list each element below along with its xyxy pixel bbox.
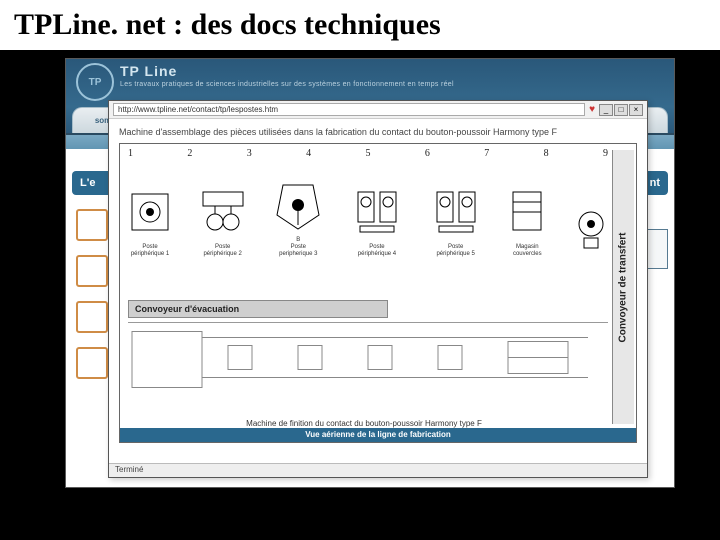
station-num: 6 (425, 148, 430, 159)
station-num: 3 (247, 148, 252, 159)
doc-caption: Machine d'assemblage des pièces utilisée… (119, 127, 637, 137)
machine-item: Poste périphérique 5 (431, 188, 481, 258)
popup-body: Machine d'assemblage des pièces utilisée… (109, 119, 647, 451)
banner-right: nt (650, 177, 660, 189)
machine-icon (128, 188, 172, 242)
header-text: TP Line Les travaux pratiques de science… (120, 63, 664, 88)
machine-label: Poste périphérique 2 (203, 244, 241, 258)
diagram-footer: Vue aérienne de la ligne de fabrication (120, 428, 636, 442)
address-bar-row: http://www.tpline.net/contact/tp/lespost… (109, 101, 647, 119)
machine-item: B Poste peripherique 3 (273, 175, 323, 258)
list-item[interactable] (76, 301, 108, 333)
station-num: 8 (544, 148, 549, 159)
transfer-conveyor: Convoyeur de transfert (612, 150, 634, 424)
machine-icon (201, 188, 245, 242)
machine-icon (352, 188, 402, 242)
technical-diagram: 1 2 3 4 5 6 7 8 9 Poste périphérique 1 P… (119, 143, 637, 443)
station-num: 4 (306, 148, 311, 159)
machine-label: Magasin couvercles (513, 244, 542, 258)
station-num: 9 (603, 148, 608, 159)
station-num: 2 (187, 148, 192, 159)
site-brand: TP Line (120, 63, 664, 79)
lower-diagram-icon (128, 323, 608, 412)
minimize-button[interactable]: _ (599, 104, 613, 116)
close-button[interactable]: × (629, 104, 643, 116)
station-num: 7 (484, 148, 489, 159)
machine-label: Poste périphérique 5 (436, 244, 474, 258)
machine-icon (574, 204, 608, 258)
machine-label: Poste périphérique 1 (131, 244, 169, 258)
machine-label: B Poste peripherique 3 (279, 237, 317, 258)
machine-item: Poste périphérique 1 (128, 188, 172, 258)
machine-icon (431, 188, 481, 242)
bottom-caption: Machine de finition du contact du bouton… (120, 419, 608, 428)
site-logo-icon: TP (76, 63, 114, 101)
site-tagline: Les travaux pratiques de sciences indust… (120, 81, 664, 88)
maximize-button[interactable]: □ (614, 104, 628, 116)
station-numbers: 1 2 3 4 5 6 7 8 9 (128, 148, 608, 159)
station-num: 1 (128, 148, 133, 159)
heart-icon[interactable]: ♥ (589, 104, 595, 115)
list-item[interactable] (76, 255, 108, 287)
machine-icon (273, 175, 323, 235)
left-thumbs (76, 209, 112, 379)
station-num: 5 (366, 148, 371, 159)
machine-item: Magasin couvercles (509, 188, 545, 258)
list-item[interactable] (76, 347, 108, 379)
machine-item: Poste périphérique 4 (352, 188, 402, 258)
machine-item: Poste périphérique 2 (201, 188, 245, 258)
status-bar: Terminé (109, 463, 647, 477)
transfer-label: Convoyeur de transfert (618, 232, 629, 342)
url-field[interactable]: http://www.tpline.net/contact/tp/lespost… (113, 103, 585, 116)
evacuation-conveyor: Convoyeur d'évacuation (128, 300, 388, 318)
lower-machine-area (128, 322, 608, 412)
machine-icon (509, 188, 545, 242)
machine-row: Poste périphérique 1 Poste périphérique … (128, 168, 608, 258)
window-controls: _ □ × (599, 104, 643, 116)
banner-left: L'e (80, 177, 95, 189)
list-item[interactable] (76, 209, 108, 241)
popup-window: http://www.tpline.net/contact/tp/lespost… (108, 100, 648, 478)
slide-title: TPLine. net : des docs techniques (0, 0, 720, 50)
machine-item (574, 204, 608, 258)
machine-label: Poste périphérique 4 (358, 244, 396, 258)
